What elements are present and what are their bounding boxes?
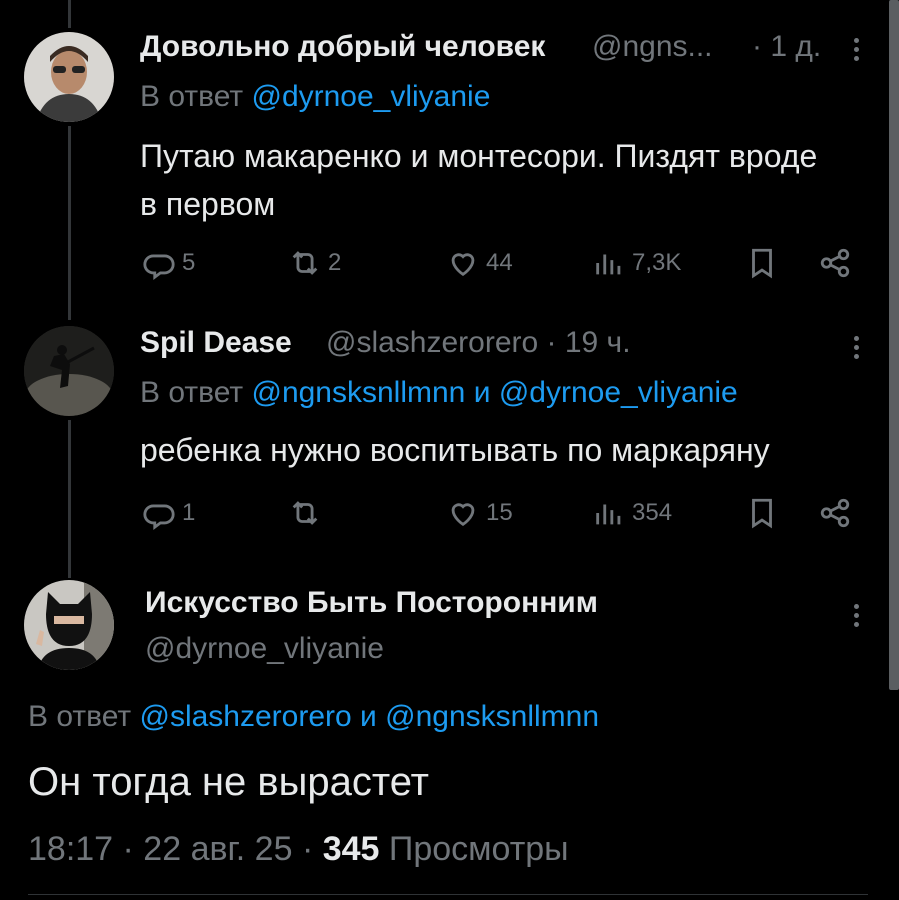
reply-mention[interactable]: @dyrnoe_vliyanie (251, 80, 490, 113)
post-time[interactable]: 18:17 · 22 авг. 25 · (28, 830, 313, 868)
retweet-button[interactable] (288, 496, 328, 530)
reply-context: В ответ @ngnsksnllmnn и @dyrnoe_vliyanie (140, 376, 738, 410)
tweet-text: Он тогда не вырастет (28, 760, 429, 804)
views-count: 354 (632, 499, 673, 526)
like-count: 15 (486, 499, 513, 526)
thread-line (68, 0, 71, 28)
avatar-image (24, 326, 114, 416)
more-icon[interactable] (852, 604, 860, 631)
retweet-icon (292, 251, 318, 275)
like-button[interactable]: 15 (446, 496, 513, 530)
reply-button[interactable]: 5 (142, 246, 195, 280)
reply-and: и (360, 700, 377, 733)
author-handle[interactable]: @slashzerorero · 19 ч. (326, 326, 631, 360)
like-icon (451, 503, 475, 527)
thread-line (68, 126, 71, 320)
scrollbar[interactable] (889, 0, 899, 690)
retweet-icon (292, 501, 318, 525)
post-time[interactable]: · 1 д. (752, 30, 821, 64)
reply-context: В ответ @slashzerorero и @ngnsksnllmnn (28, 700, 599, 734)
reply-mention[interactable]: @ngnsksnllmnn (385, 700, 599, 733)
retweet-count: 2 (328, 249, 342, 276)
reply-mention[interactable]: @ngnsksnllmnn (251, 376, 465, 409)
views-button[interactable]: 7,3K (592, 246, 681, 280)
reply-icon (143, 254, 175, 280)
share-button[interactable] (818, 246, 852, 280)
thread-line (68, 420, 71, 578)
reply-icon (143, 504, 175, 530)
views-label: Просмотры (388, 830, 569, 868)
bookmark-icon (752, 248, 772, 279)
reply-count: 1 (182, 499, 196, 526)
avatar[interactable] (24, 32, 114, 122)
views-icon (596, 504, 621, 525)
author-name[interactable]: Довольно добрый человек (140, 30, 545, 64)
share-button[interactable] (818, 496, 852, 530)
reply-prefix: В ответ (140, 80, 244, 113)
tweet-text: Путаю макаренко и монтесори. Пиздят врод… (140, 138, 818, 222)
reply-prefix: В ответ (140, 376, 244, 409)
avatar-image (24, 32, 114, 122)
bookmark-icon (752, 498, 772, 529)
share-icon (820, 248, 850, 278)
divider (28, 894, 868, 895)
reply-prefix: В ответ (28, 700, 132, 733)
avatar[interactable] (24, 326, 114, 416)
like-count: 44 (486, 249, 513, 276)
reply-context: В ответ @dyrnoe_vliyanie (140, 80, 490, 114)
share-icon (820, 498, 850, 528)
author-handle[interactable]: @dyrnoe_vliyanie (145, 632, 384, 666)
like-button[interactable]: 44 (446, 246, 513, 280)
reply-mention[interactable]: @dyrnoe_vliyanie (499, 376, 738, 409)
author-name[interactable]: Искусство Быть Посторонним (145, 586, 598, 620)
reply-and: и (473, 376, 491, 409)
tweet-meta: 18:17 · 22 авг. 25 · 345 Просмотры (28, 830, 569, 869)
retweet-button[interactable]: 2 (288, 246, 341, 280)
more-icon[interactable] (852, 336, 860, 363)
author-name[interactable]: Spil Dease (140, 326, 292, 360)
author-handle[interactable]: @ngns... (592, 30, 713, 64)
reply-button[interactable]: 1 (142, 496, 195, 530)
views-icon (596, 254, 621, 275)
reply-mention[interactable]: @slashzerorero (139, 700, 351, 733)
like-icon (451, 253, 475, 277)
views-count: 345 (322, 830, 380, 868)
reply-count: 5 (182, 249, 196, 276)
more-icon[interactable] (852, 38, 860, 65)
bookmark-button[interactable] (745, 496, 779, 530)
tweet-text: ребенка нужно воспитывать по маркаряну (140, 432, 770, 468)
views-count: 7,3K (632, 249, 682, 276)
bookmark-button[interactable] (745, 246, 779, 280)
avatar[interactable] (24, 580, 114, 670)
views-button[interactable]: 354 (592, 496, 672, 530)
avatar-image (24, 580, 114, 670)
